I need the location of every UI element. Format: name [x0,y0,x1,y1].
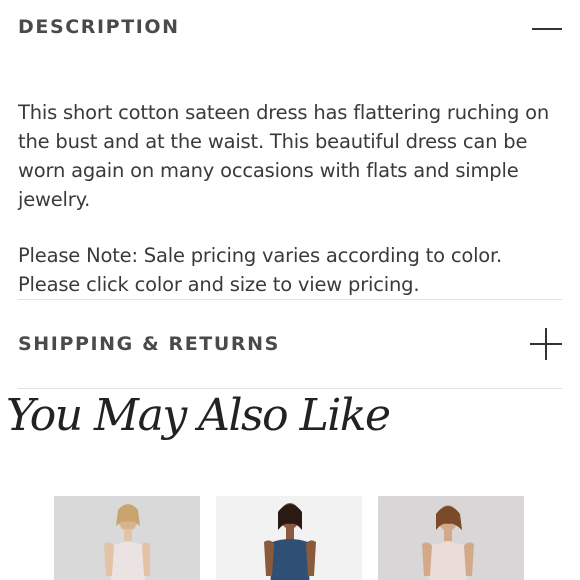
shipping-title: SHIPPING & RETURNS [18,333,280,355]
shipping-accordion-header[interactable]: SHIPPING & RETURNS [18,327,562,361]
description-title: DESCRIPTION [18,16,180,38]
product-image [422,505,474,580]
pricing-note: Please Note: Sale pricing varies accordi… [18,244,503,296]
description-body: This short cotton sateen dress has flatt… [18,98,558,299]
minus-icon[interactable] [532,12,562,42]
product-card[interactable] [54,496,200,580]
product-image [264,503,316,580]
product-card[interactable] [378,496,524,580]
description-accordion-header[interactable]: DESCRIPTION [18,10,562,44]
recommendations-heading: You May Also Like [6,390,391,441]
product-image [104,504,150,580]
divider [18,388,562,389]
description-paragraph: This short cotton sateen dress has flatt… [18,101,550,211]
product-card[interactable] [216,496,362,580]
divider [18,299,562,300]
plus-icon[interactable] [530,328,562,360]
